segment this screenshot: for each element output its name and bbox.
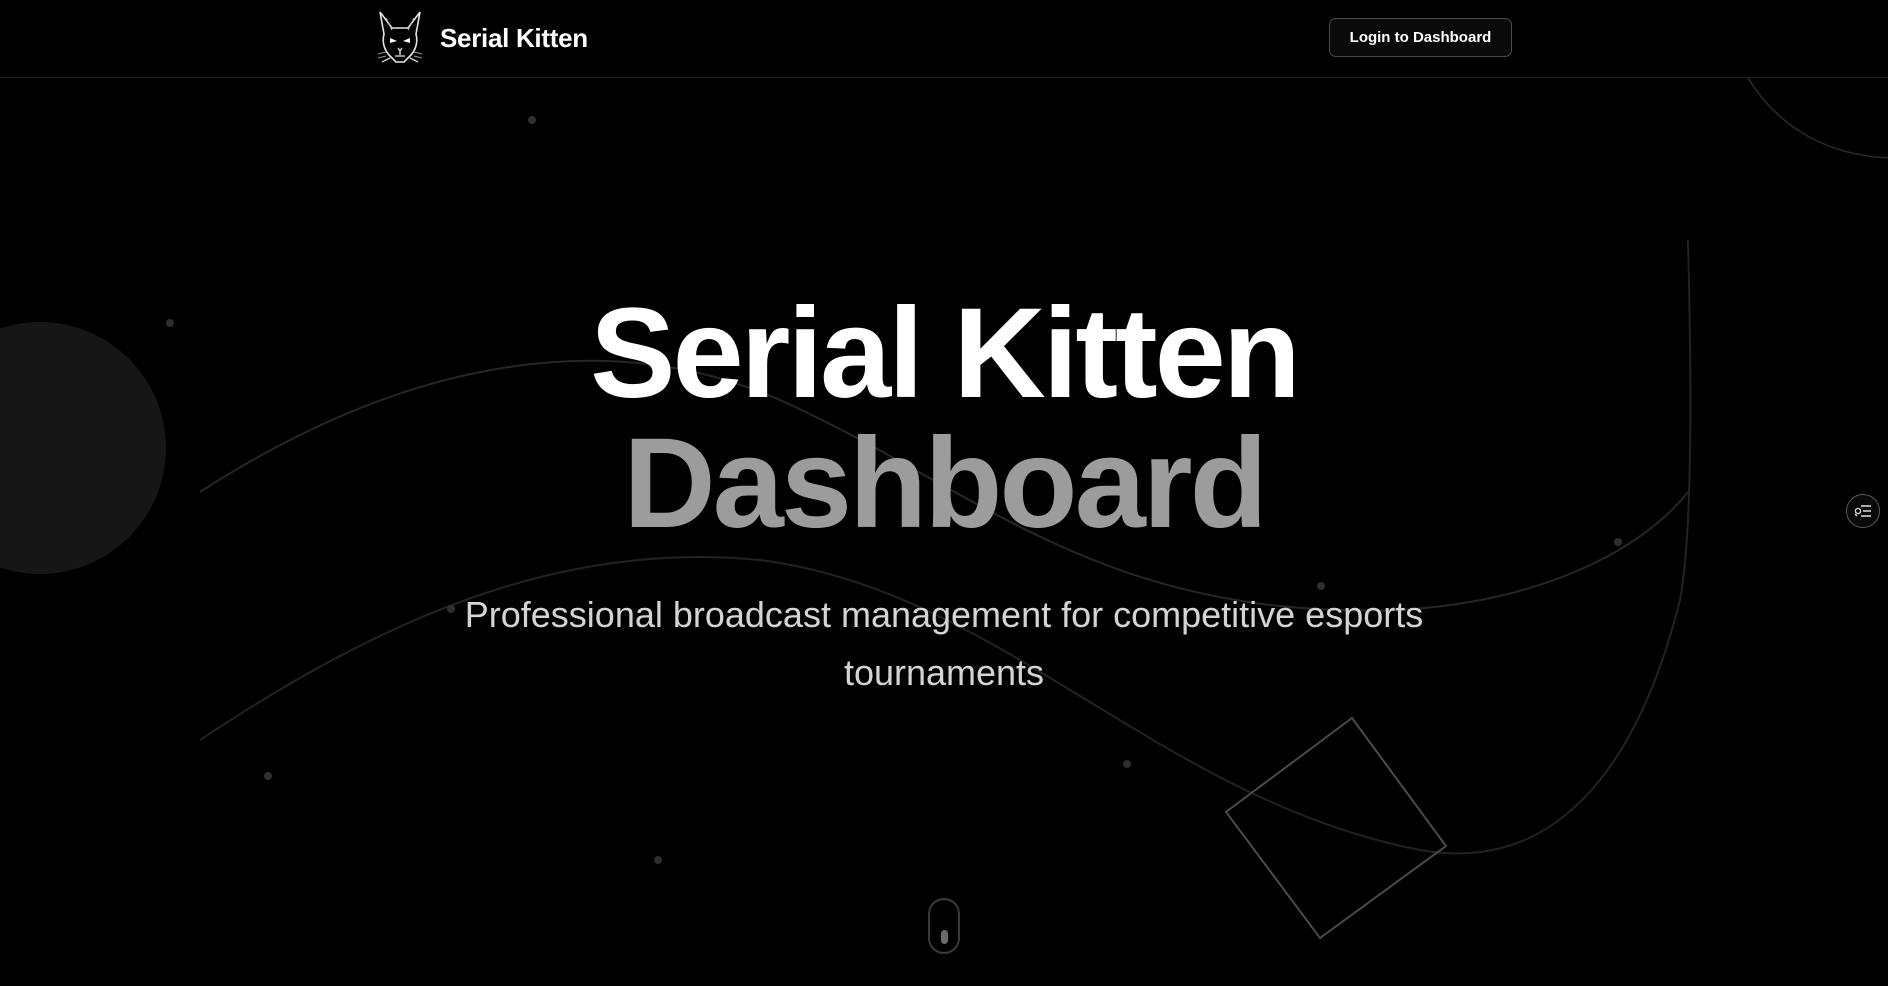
mouse-scroll-icon[interactable] xyxy=(928,898,960,954)
login-to-dashboard-button[interactable]: Login to Dashboard xyxy=(1329,18,1512,57)
decor-dot xyxy=(1123,760,1131,768)
hero-subtitle: Professional broadcast management for co… xyxy=(464,594,1424,693)
top-navbar: Serial Kitten Login to Dashboard xyxy=(0,0,1888,78)
hero-title-line2: Dashboard xyxy=(623,412,1268,555)
hero-section: Serial Kitten Dashboard xyxy=(0,290,1888,548)
scroll-wheel-dot xyxy=(941,930,948,944)
settings-list-icon[interactable] xyxy=(1846,494,1880,528)
decor-arc xyxy=(1747,77,1888,159)
decor-dot xyxy=(654,856,662,864)
cat-head-logo-icon xyxy=(377,11,423,63)
hero-title-line1: Serial Kitten xyxy=(590,282,1301,425)
decor-dot xyxy=(264,772,272,780)
brand-home-link[interactable]: Serial Kitten xyxy=(376,8,588,68)
settings-list-glyph-icon xyxy=(1854,505,1871,517)
hero-title: Serial Kitten Dashboard xyxy=(0,290,1888,548)
decor-dot xyxy=(528,116,536,124)
landing-page: Serial Kitten Login to Dashboard Serial … xyxy=(0,0,1888,986)
brand-name: Serial Kitten xyxy=(440,22,588,53)
